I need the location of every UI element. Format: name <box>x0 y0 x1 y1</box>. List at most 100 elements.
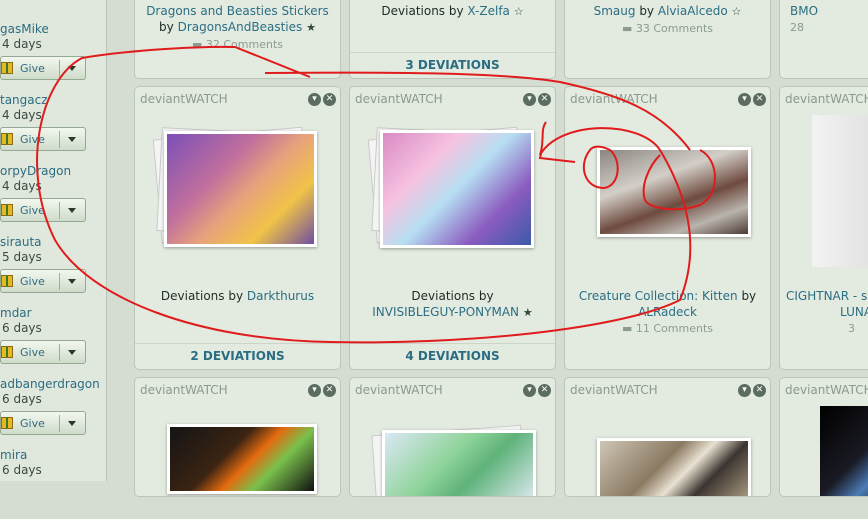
sidebar-username[interactable]: orpyDragon <box>0 164 71 178</box>
author-link[interactable]: AlviaAlcedo <box>658 4 728 18</box>
give-button[interactable]: Give <box>0 411 86 435</box>
deviation-title-link[interactable]: BMO <box>790 4 818 18</box>
chevron-down-icon[interactable] <box>68 137 76 142</box>
watch-card: Deviations by X-Zelfa ☆ 3 DEVIATIONS <box>349 0 556 79</box>
chevron-down-icon[interactable]: ▾ <box>523 93 536 106</box>
chevron-down-icon[interactable] <box>68 421 76 426</box>
card-caption: Dragons and Beasties Stickers by Dragons… <box>135 3 340 53</box>
deviation-title-link[interactable]: Dragons and Beasties Stickers <box>146 4 329 18</box>
watch-card: deviantWATCH ▾ ✕ <box>564 377 771 497</box>
chevron-down-icon[interactable] <box>68 66 76 71</box>
card-controls: ▾ ✕ <box>306 381 336 397</box>
sidebar-user-item: sirauta 5 days Give <box>0 235 106 306</box>
sidebar-days: 6 days <box>2 321 42 335</box>
card-caption: Deviations by INVISIBLEGUY-PONYMAN ★ <box>350 288 555 321</box>
sidebar-username[interactable]: sirauta <box>0 235 42 249</box>
deviation-thumbnail[interactable] <box>597 147 751 237</box>
deviation-title-link[interactable]: Smaug <box>594 4 636 18</box>
by-label: by <box>639 4 655 18</box>
watch-card: deviantWATCH ▾ ✕ Creature Collection: Kit… <box>564 86 771 370</box>
card-header: deviantWATCH <box>140 383 228 397</box>
deviations-by-label: Deviations by <box>160 289 244 303</box>
give-button[interactable]: Give <box>0 198 86 222</box>
sidebar-username[interactable]: gasMike <box>0 22 49 36</box>
sidebar-username[interactable]: mira <box>0 448 27 462</box>
deviation-thumbnail[interactable] <box>382 430 536 496</box>
close-icon[interactable]: ✕ <box>323 93 336 106</box>
deviation-thumbnail[interactable] <box>167 424 317 494</box>
author-link[interactable]: INVISIBLEGUY-PONYMAN <box>372 305 519 319</box>
chevron-down-icon[interactable]: ▾ <box>308 384 321 397</box>
deviation-thumbnail[interactable] <box>164 131 317 247</box>
sidebar-username[interactable]: mdar <box>0 306 32 320</box>
close-icon[interactable]: ✕ <box>538 93 551 106</box>
deviations-count-link[interactable]: 2 DEVIATIONS <box>135 343 340 369</box>
card-caption: Deviations by X-Zelfa ☆ <box>350 3 555 20</box>
gift-icon <box>1 62 13 74</box>
gift-icon <box>1 275 13 287</box>
author-link[interactable]: X-Zelfa <box>467 4 509 18</box>
watch-card: deviantWATCH ▾ ✕ <box>349 377 556 497</box>
deviation-thumbnail[interactable] <box>820 406 868 496</box>
deviation-title-link[interactable]: Creature Collection: Kitten <box>579 289 738 303</box>
deviation-title-link[interactable]: CIGHTNAR - s <box>786 289 867 303</box>
sidebar-user-item: tangacz 4 days Give <box>0 93 106 164</box>
card-header: deviantWATCH <box>355 383 443 397</box>
sidebar-days: 6 days <box>2 392 42 406</box>
sidebar-username[interactable]: tangacz <box>0 93 48 107</box>
deviation-thumbnail[interactable] <box>380 130 534 248</box>
give-label: Give <box>20 204 45 217</box>
sidebar-username[interactable]: adbangerdragon <box>0 377 100 391</box>
chevron-down-icon[interactable]: ▾ <box>738 93 751 106</box>
card-header: deviantWATCH <box>570 383 658 397</box>
give-button[interactable]: Give <box>0 269 86 293</box>
watch-card: deviantWATCH CIGHTNAR - s LUNA 3 <box>779 86 868 370</box>
star-icon: ☆ <box>731 5 742 18</box>
comments-link[interactable]: ▬ 33 Comments <box>622 22 713 35</box>
close-icon[interactable]: ✕ <box>538 384 551 397</box>
sidebar-days: 4 days <box>2 108 42 122</box>
chevron-down-icon[interactable] <box>68 208 76 213</box>
chevron-down-icon[interactable]: ▾ <box>523 384 536 397</box>
deviations-count-link[interactable]: 4 DEVIATIONS <box>350 343 555 369</box>
watch-card: BMO 28 <box>779 0 868 79</box>
give-button[interactable]: Give <box>0 127 86 151</box>
chevron-down-icon[interactable]: ▾ <box>738 384 751 397</box>
sidebar-user-item: adbangerdragon 6 days Give <box>0 377 106 448</box>
chevron-down-icon[interactable] <box>68 350 76 355</box>
gift-icon <box>1 346 13 358</box>
card-caption: Deviations by Darkthurus <box>135 288 340 304</box>
give-label: Give <box>20 346 45 359</box>
sidebar-days: 4 days <box>2 179 42 193</box>
deviation-thumbnail[interactable] <box>812 115 868 267</box>
watch-card: deviantWATCH ▾ ✕ <box>134 377 341 497</box>
give-separator <box>59 273 60 290</box>
deviations-count-link[interactable]: 3 DEVIATIONS <box>350 52 555 78</box>
author-link[interactable]: LUNA <box>786 305 868 319</box>
give-label: Give <box>20 417 45 430</box>
star-icon: ★ <box>522 306 533 319</box>
close-icon[interactable]: ✕ <box>753 384 766 397</box>
deviations-by-label: Deviations by <box>411 289 494 303</box>
comments-count: 3 <box>848 322 855 335</box>
deviation-thumbnail[interactable] <box>597 438 751 496</box>
card-controls: ▾ ✕ <box>736 381 766 397</box>
give-button[interactable]: Give <box>0 340 86 364</box>
card-header: deviantWATCH <box>140 92 228 106</box>
sidebar-user-item: gasMike 4 days Give <box>0 22 106 93</box>
close-icon[interactable]: ✕ <box>323 384 336 397</box>
give-label: Give <box>20 133 45 146</box>
chevron-down-icon[interactable]: ▾ <box>308 93 321 106</box>
chevron-down-icon[interactable] <box>68 279 76 284</box>
comments-link[interactable]: ▬ 32 Comments <box>192 38 283 51</box>
author-link[interactable]: ALRadeck <box>638 305 697 319</box>
comments-link[interactable]: ▬ 11 Comments <box>622 322 713 335</box>
gift-icon <box>1 133 13 145</box>
watch-card: deviantWATCH ▾ ✕ Deviations by Darkthurus… <box>134 86 341 370</box>
author-link[interactable]: Darkthurus <box>247 289 314 303</box>
author-link[interactable]: DragonsAndBeasties <box>178 20 303 34</box>
give-button[interactable]: Give <box>0 56 86 80</box>
card-caption: Creature Collection: Kitten by ALRadeck … <box>565 288 770 337</box>
card-controls: ▾ ✕ <box>736 90 766 106</box>
close-icon[interactable]: ✕ <box>753 93 766 106</box>
